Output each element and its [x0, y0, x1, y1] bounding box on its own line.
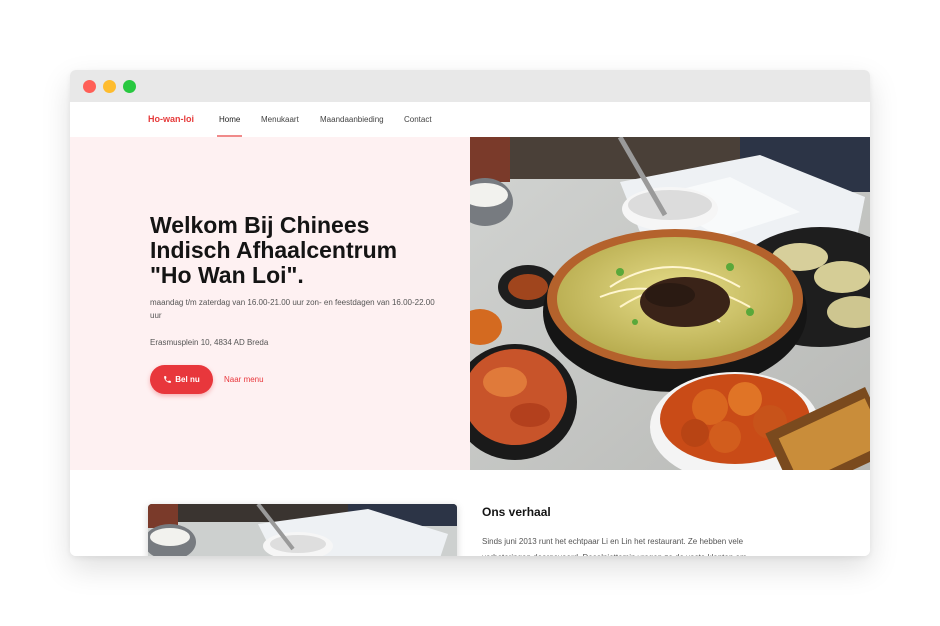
hero-food-image: [470, 137, 870, 470]
story-section: Ons verhaal Sinds juni 2013 runt het ech…: [70, 470, 870, 556]
story-title: Ons verhaal: [482, 505, 551, 519]
opening-hours: maandag t/m zaterdag van 16.00-21.00 uur…: [150, 298, 435, 320]
browser-window: Ho-wan-loi Home Menukaart Maandaanbiedin…: [70, 70, 870, 556]
maximize-window-button[interactable]: [123, 80, 136, 93]
window-titlebar: [70, 70, 870, 102]
nav-contact[interactable]: Contact: [404, 102, 432, 137]
nav-home[interactable]: Home: [216, 102, 243, 137]
nav-menukaart[interactable]: Menukaart: [261, 102, 299, 137]
story-image: [148, 504, 457, 556]
nav-maandaanbieding[interactable]: Maandaanbieding: [320, 102, 384, 137]
call-button-label: Bel nu: [175, 375, 200, 384]
hero-title: Welkom Bij Chinees Indisch Afhaalcentrum…: [150, 212, 398, 288]
minimize-window-button[interactable]: [103, 80, 116, 93]
story-text: Sinds juni 2013 runt het echtpaar Li en …: [482, 537, 747, 556]
close-window-button[interactable]: [83, 80, 96, 93]
call-button[interactable]: Bel nu: [150, 365, 213, 394]
brand-logo[interactable]: Ho-wan-loi: [148, 102, 194, 137]
hero-section: Welkom Bij Chinees Indisch Afhaalcentrum…: [70, 137, 470, 470]
address: Erasmusplein 10, 4834 AD Breda: [150, 338, 269, 347]
phone-icon: [164, 376, 172, 383]
navbar: Ho-wan-loi Home Menukaart Maandaanbiedin…: [70, 102, 870, 138]
menu-link[interactable]: Naar menu: [224, 365, 264, 394]
